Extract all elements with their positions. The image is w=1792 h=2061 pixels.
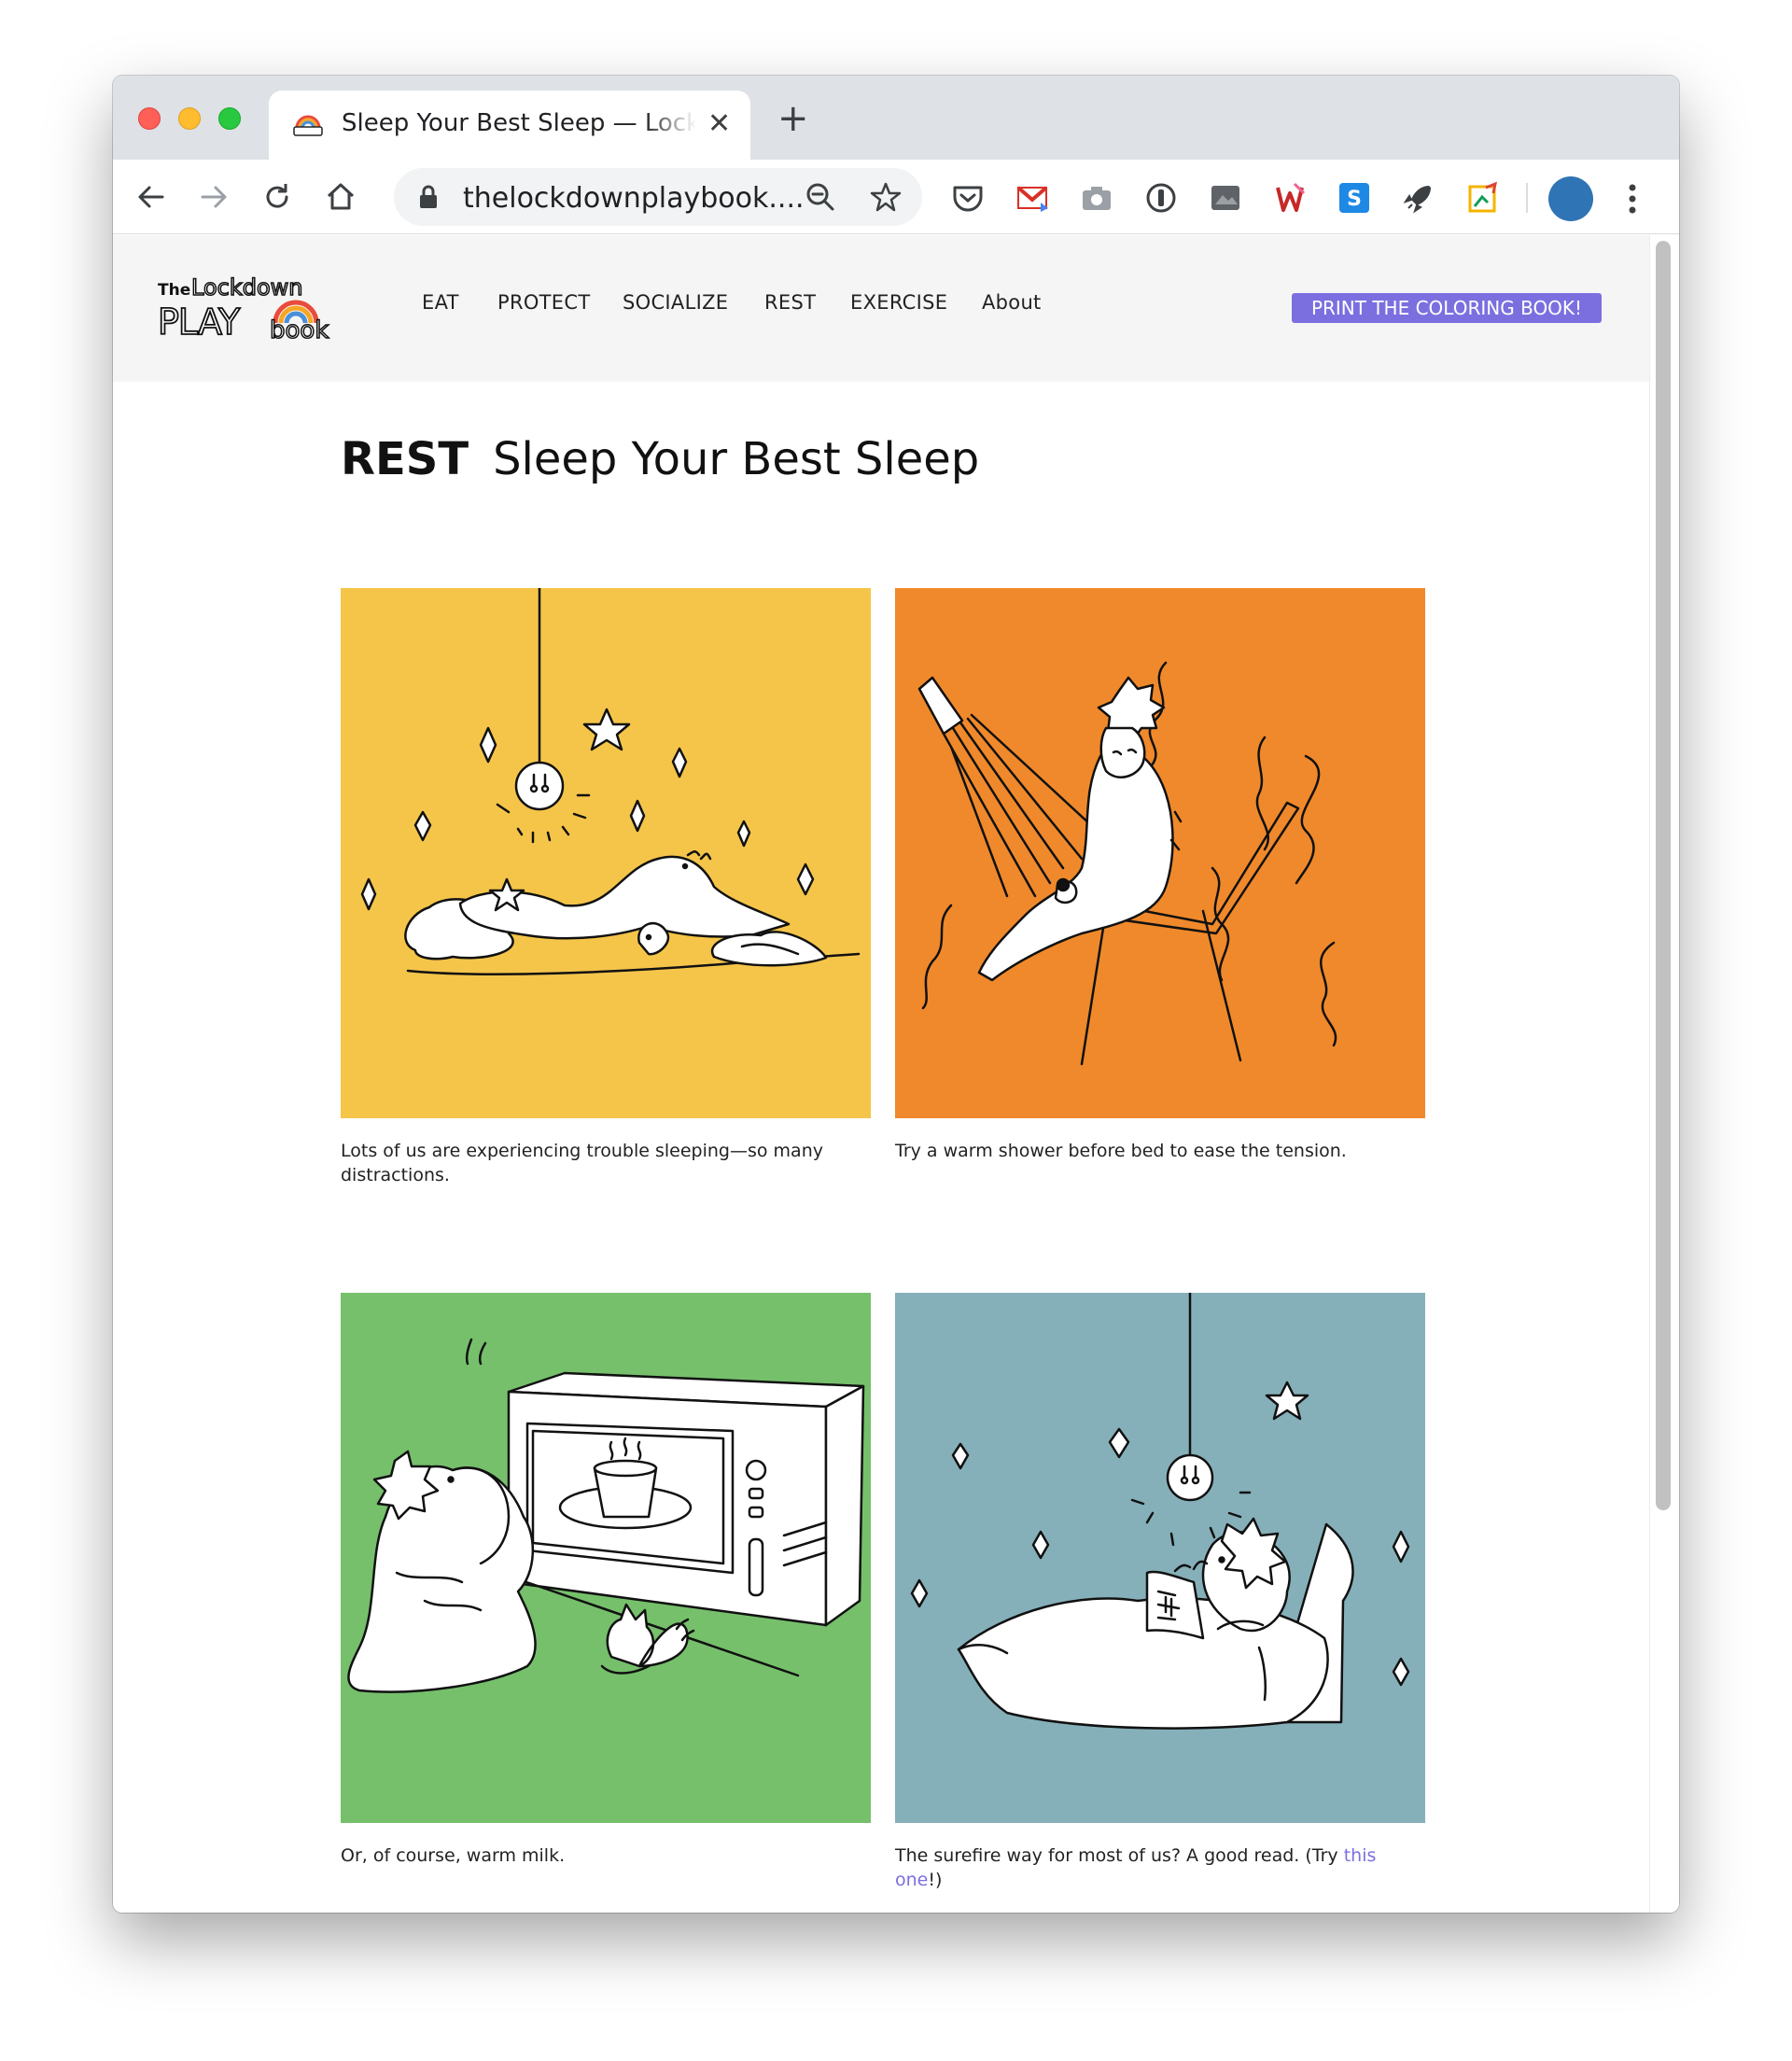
new-tab-button[interactable]: + [777,100,809,137]
print-coloring-book-button[interactable]: PRINT THE COLORING BOOK! [1292,293,1602,323]
bookmark-star-icon[interactable] [869,180,903,214]
rocket-icon[interactable] [1401,180,1436,216]
pocket-icon[interactable] [950,180,986,216]
illustration-panel-2 [895,588,1425,1118]
edit-image-icon[interactable] [1465,180,1501,216]
shower-character-illustration [895,588,1425,1118]
panel-1-background [341,588,871,1118]
nav-about[interactable]: About [982,291,1042,314]
page-scrollbar[interactable] [1649,235,1679,1913]
zoom-window-button[interactable] [218,107,241,130]
arrow-right-icon[interactable] [197,180,231,214]
microwave-character-illustration [341,1293,871,1823]
camera-icon[interactable] [1079,180,1114,216]
tab-close-icon[interactable]: ✕ [707,107,731,140]
site-header: The Lockdown PLAY book EAT PROTECT SOCIA… [113,235,1650,382]
home-icon[interactable] [324,180,357,214]
panel-4-caption: The surefire way for most of us? A good … [895,1844,1425,1892]
toolbar-divider [1526,183,1528,213]
browser-toolbar: thelockdownplaybook.... S [113,160,1679,234]
url-text: thelockdownplaybook.... [463,182,805,215]
page-heading: Sleep Your Best Sleep [493,433,980,485]
panel-1-caption: Lots of us are experiencing trouble slee… [341,1141,823,1185]
close-window-button[interactable] [138,107,161,130]
minimize-window-button[interactable] [178,107,201,130]
password-manager-icon[interactable] [1143,180,1179,216]
panel-4-caption-text: The surefire way for most of us? A good … [895,1845,1344,1866]
scrollbar-thumb[interactable] [1656,241,1671,1510]
illustration-panel-1 [341,588,871,1118]
svg-text:PLAY: PLAY [158,301,241,342]
address-bar[interactable]: thelockdownplaybook.... [394,168,922,226]
skype-s-icon[interactable]: S [1337,180,1372,216]
panel-4-caption-end: !) [928,1870,943,1890]
browser-window: Sleep Your Best Sleep — Lockdown Playboo… [113,76,1679,1913]
illustration-panel-4 [895,1293,1425,1823]
tab-strip: Sleep Your Best Sleep — Lockdown Playboo… [113,76,1679,160]
image-extension-icon[interactable] [1208,180,1243,216]
svg-text:S: S [1347,188,1362,211]
page-title: REST Sleep Your Best Sleep [341,433,979,485]
lock-icon [420,185,437,208]
kebab-menu-icon[interactable] [1627,182,1638,216]
site-logo[interactable]: The Lockdown PLAY book [158,274,337,342]
nav-exercise[interactable]: EXERCISE [850,291,947,314]
page-category: REST [341,433,469,485]
svg-text:book: book [270,316,329,342]
nav-socialize[interactable]: SOCIALIZE [623,291,728,314]
site-favicon-icon [293,115,323,136]
tab-active[interactable]: Sleep Your Best Sleep — Lockdown Playboo… [269,91,750,160]
writing-extension-icon[interactable] [1272,180,1308,216]
nav-protect[interactable]: PROTECT [497,291,590,314]
panel-2-caption: Try a warm shower before bed to ease the… [895,1141,1347,1161]
reading-character-illustration [895,1293,1425,1823]
nav-eat[interactable]: EAT [422,291,459,314]
nav-rest[interactable]: REST [764,291,816,314]
reload-icon[interactable] [260,180,294,214]
svg-text:The: The [158,281,190,300]
arrow-left-icon[interactable] [134,180,168,214]
gmail-icon[interactable] [1015,180,1050,216]
svg-text:Lockdown: Lockdown [191,274,302,301]
panel-3-caption: Or, of course, warm milk. [341,1845,566,1866]
tab-title: Sleep Your Best Sleep — Lockdown Playboo… [342,109,696,137]
page-viewport: The Lockdown PLAY book EAT PROTECT SOCIA… [113,235,1679,1913]
sleeping-character-illustration [341,588,871,1118]
profile-avatar[interactable] [1548,176,1593,221]
zoom-out-icon[interactable] [805,181,836,213]
illustration-panel-3 [341,1293,871,1823]
